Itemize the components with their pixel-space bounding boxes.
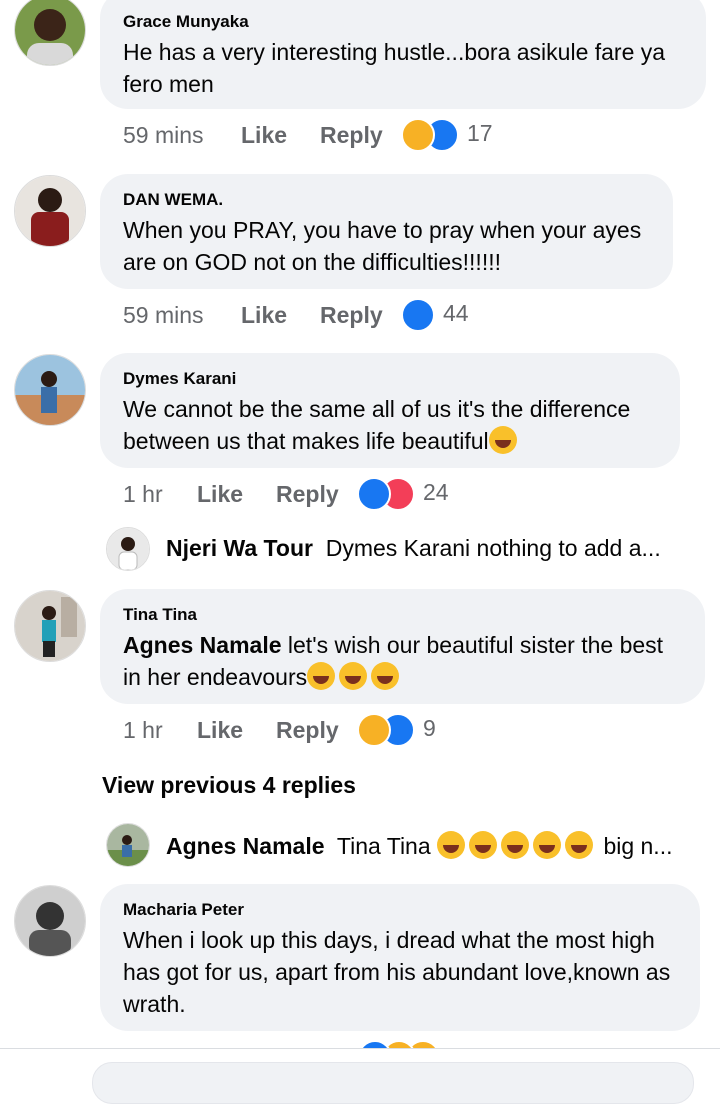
like-button[interactable]: Like [197, 717, 243, 744]
reply-mention: Tina Tina [336, 833, 431, 859]
avatar [106, 527, 150, 571]
avatar[interactable] [14, 354, 86, 426]
comment-author[interactable]: Dymes Karani [123, 369, 657, 389]
comment-author[interactable]: DAN WEMA. [123, 190, 650, 210]
reply-preview-text: Njeri Wa Tour Dymes Karani nothing to ad… [166, 535, 661, 562]
reaction-summary[interactable]: 24 [357, 477, 457, 511]
avatar-photo-icon [15, 591, 85, 661]
comment-bubble: Dymes Karani We cannot be the same all o… [100, 353, 680, 468]
comment-bubble: Tina Tina Agnes Namale let's wish our be… [100, 589, 705, 704]
like-icon [357, 477, 391, 511]
rolling-laughing-icon [437, 831, 466, 859]
comment-text-body: We cannot be the same all of us it's the… [123, 396, 631, 454]
comment-time[interactable]: 1 hr [123, 717, 163, 744]
rolling-laughing-icon [469, 831, 498, 859]
reaction-summary[interactable]: 17 [401, 118, 501, 152]
avatar[interactable] [14, 175, 86, 247]
haha-icon [401, 118, 435, 152]
comment-author[interactable]: Macharia Peter [123, 900, 677, 920]
reply-preview[interactable]: Njeri Wa Tour Dymes Karani nothing to ad… [106, 527, 716, 573]
reply-snippet: big n... [603, 833, 673, 859]
comment-actions: 59 mins Like Reply 44 [123, 298, 503, 332]
avatar-photo-icon [107, 824, 149, 866]
comment-time[interactable]: 1 hr [123, 481, 163, 508]
avatar [106, 823, 150, 867]
mention-link[interactable]: Agnes Namale [123, 632, 282, 658]
comment-text: We cannot be the same all of us it's the… [123, 393, 657, 457]
reaction-summary[interactable] [358, 1040, 458, 1048]
laughing-tears-icon [307, 662, 336, 690]
like-button[interactable]: Like [241, 122, 287, 149]
avatar-photo-icon [107, 528, 149, 570]
avatar-photo-icon [15, 886, 85, 956]
reaction-count: 9 [423, 715, 436, 741]
reply-button[interactable]: Reply [320, 302, 383, 329]
comment-actions: 1 hr Like Reply 24 [123, 477, 463, 511]
like-icon [401, 298, 435, 332]
comment-author[interactable]: Tina Tina [123, 605, 682, 625]
laughing-tears-icon [533, 831, 562, 859]
comment-bubble: Macharia Peter When i look up this days,… [100, 884, 700, 1031]
haha-icon [357, 713, 391, 747]
reaction-summary[interactable]: 44 [401, 298, 501, 332]
comment-author[interactable]: Grace Munyaka [123, 12, 683, 32]
hugging-face-icon [488, 426, 517, 454]
reply-author[interactable]: Agnes Namale [166, 833, 325, 859]
reaction-count: 24 [423, 479, 449, 505]
reply-preview-text: Agnes Namale Tina Tina big n... [166, 831, 672, 860]
reply-button[interactable]: Reply [320, 122, 383, 149]
like-button[interactable]: Like [241, 302, 287, 329]
view-previous-replies-link[interactable]: View previous 4 replies [102, 772, 356, 799]
avatar[interactable] [14, 590, 86, 662]
comment-time[interactable]: 59 mins [123, 122, 204, 149]
divider [0, 1048, 720, 1049]
comment-text: Agnes Namale let's wish our beautiful si… [123, 629, 682, 693]
reaction-count: 44 [443, 300, 469, 326]
like-button[interactable]: Like [197, 481, 243, 508]
avatar-photo-icon [15, 176, 85, 246]
laughing-tears-icon [565, 831, 594, 859]
avatar-photo-icon [15, 0, 85, 65]
comment-actions: 59 mins Like Reply 17 [123, 118, 503, 152]
comment-time[interactable]: 59 mins [123, 302, 204, 329]
reply-preview[interactable]: Agnes Namale Tina Tina big n... [106, 823, 716, 869]
avatar[interactable] [14, 0, 86, 66]
reply-author[interactable]: Njeri Wa Tour [166, 535, 313, 561]
comment-text: When you PRAY, you have to pray when you… [123, 217, 642, 275]
laughing-tears-icon [339, 662, 368, 690]
comment-bubble: DAN WEMA. When you PRAY, you have to pra… [100, 174, 673, 289]
reply-snippet: Dymes Karani nothing to add a... [325, 535, 661, 561]
laughing-tears-icon [371, 662, 400, 690]
comment-text: When i look up this days, i dread what t… [123, 927, 671, 1017]
reaction-count: 17 [467, 120, 493, 146]
reply-button[interactable]: Reply [276, 481, 339, 508]
avatar-photo-icon [15, 355, 85, 425]
reaction-summary[interactable]: 9 [357, 713, 457, 747]
comment-bubble: Grace Munyaka He has a very interesting … [100, 0, 706, 109]
comment-actions: 1 hr Like Reply 9 [123, 713, 463, 747]
reply-button[interactable]: Reply [276, 717, 339, 744]
like-icon [358, 1040, 392, 1048]
laughing-tears-icon [501, 831, 530, 859]
comment-composer[interactable] [92, 1062, 694, 1104]
comment-text: He has a very interesting hustle...bora … [123, 39, 666, 97]
avatar[interactable] [14, 885, 86, 957]
